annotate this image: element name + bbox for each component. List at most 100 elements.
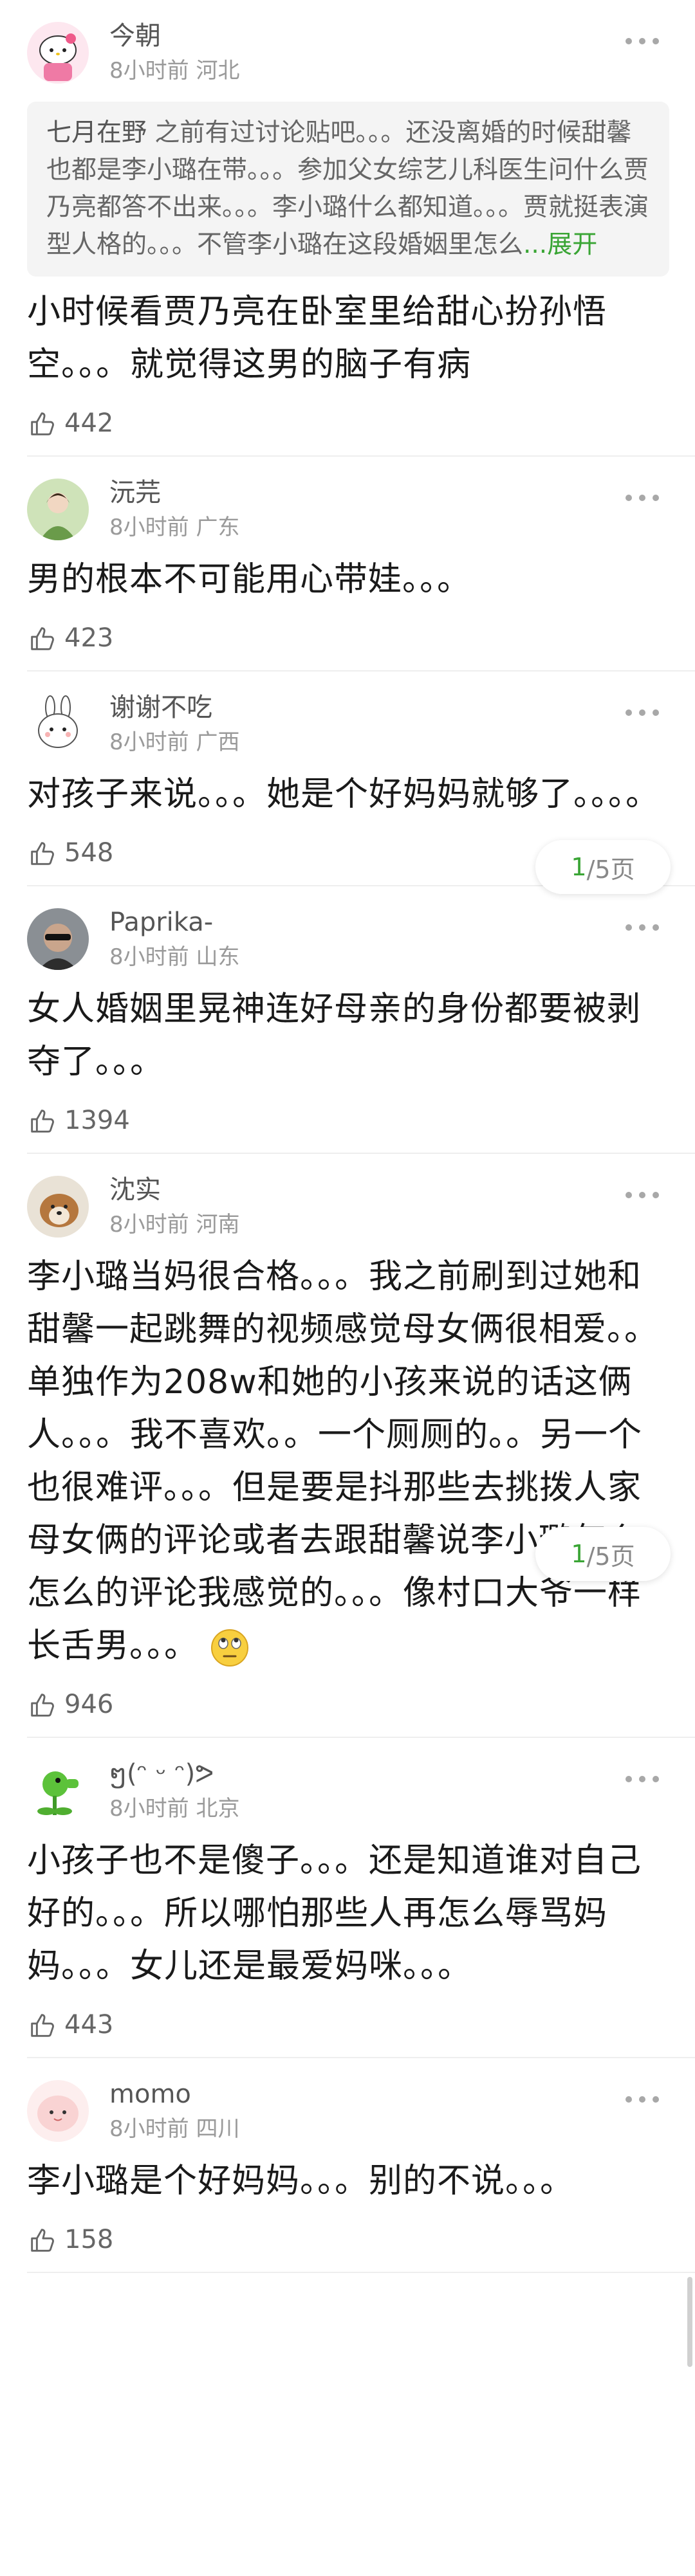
comment-time: 8小时前 [109,1796,189,1822]
like-count: 158 [64,2225,114,2254]
comment-header: 谢谢不吃 8小时前 广西 [27,671,669,768]
page-total: /5页 [586,855,635,884]
hello-kitty-avatar-icon [27,22,89,84]
thumbs-up-icon [31,1694,54,1717]
more-options-icon[interactable] [626,706,659,719]
like-count: 423 [64,623,114,653]
comment-location: 河北 [196,58,240,84]
comment-item: 沈实 8小时前 河南 李小璐当妈很合格。。。我之前刷到过她和甜馨一起跳舞的视频感… [0,1154,695,1737]
username[interactable]: 沈实 [109,1174,161,1205]
avatar[interactable] [27,1760,89,1822]
comment-location: 河南 [196,1212,240,1238]
comment-item: 今朝 8小时前 河北 七月在野 之前有过讨论贴吧。。。还没离婚的时候甜馨也都是李… [0,0,695,455]
more-options-icon[interactable] [626,35,659,48]
comment-text: 对孩子来说。。。她是个好妈妈就够了。。。。 [27,775,660,814]
comment-header: ໆ(ᵔ ᵕ ᵔ)ᕗ 8小时前 北京 [27,1738,669,1834]
username[interactable]: Paprika- [109,907,213,938]
thumbs-up-icon [31,1110,54,1133]
comment-header: 沈实 8小时前 河南 [27,1154,669,1250]
comment-item: ໆ(ᵔ ᵕ ᵔ)ᕗ 8小时前 北京 小孩子也不是傻子。。。还是知道谁对自己好的。… [0,1738,695,2057]
like-count: 548 [64,838,114,868]
more-options-icon[interactable] [626,921,659,934]
comment-location: 山东 [196,944,240,970]
username[interactable]: 谢谢不吃 [109,692,212,723]
sunglasses-avatar-icon [27,908,89,970]
eye-roll-emoji-icon [210,1629,248,1667]
username[interactable]: 沅芫 [109,477,161,508]
page-current: 1 [571,853,587,881]
avatar[interactable] [27,693,89,755]
avatar[interactable] [27,1176,89,1238]
comment-feed: 今朝 8小时前 河北 七月在野 之前有过讨论贴吧。。。还没离婚的时候甜馨也都是李… [0,0,695,2367]
comment-text: 小时候看贾乃亮在卧室里给甜心扮孙悟空。。。就觉得这男的脑子有病 [27,293,607,384]
comment-meta: 8小时前 北京 [109,1796,239,1822]
comment-meta: 8小时前 河北 [109,58,239,84]
username[interactable]: momo [109,2079,191,2110]
comment-meta: 8小时前 四川 [109,2116,239,2142]
avatar[interactable] [27,2080,89,2142]
like-count: 443 [64,2010,114,2040]
like-button[interactable]: 158 [27,2207,669,2272]
thumbs-up-icon [31,2229,54,2252]
comment-time: 8小时前 [109,515,189,540]
like-count: 442 [64,408,114,438]
thumbs-up-icon [31,412,54,435]
page-indicator[interactable]: 1/5页 [535,1527,671,1581]
quoted-username[interactable]: 七月在野 [46,118,147,147]
scrollbar[interactable] [687,2277,692,2367]
more-options-icon[interactable] [626,1189,659,1201]
comment-text: 男的根本不可能用心带娃。。。 [27,560,472,599]
more-options-icon[interactable] [626,491,659,504]
comment-meta: 8小时前 山东 [109,944,239,970]
avatar[interactable] [27,479,89,540]
comment-header: Paprika- 8小时前 山东 [27,886,669,983]
comment-item: 沅芫 8小时前 广东 男的根本不可能用心带娃。。。 423 [0,457,695,670]
comment-meta: 8小时前 河南 [109,1212,239,1238]
like-count: 1394 [64,1106,130,1135]
username[interactable]: 今朝 [109,21,161,51]
divider [27,2272,695,2273]
comment-header: 今朝 8小时前 河北 [27,0,669,96]
comment-item: 谢谢不吃 8小时前 广西 对孩子来说。。。她是个好妈妈就够了。。。。 1/5页 … [0,671,695,894]
comment-time: 8小时前 [109,2116,189,2142]
comment-time: 8小时前 [109,58,189,84]
peashooter-avatar-icon [27,1760,89,1822]
page-total: /5页 [586,1542,635,1571]
like-count: 946 [64,1690,114,1719]
pink-blob-avatar-icon [27,2080,89,2142]
avatar[interactable] [27,22,89,84]
comment-item: momo 8小时前 四川 李小璐是个好妈妈。。。别的不说。。。 158 [0,2058,695,2272]
more-options-icon[interactable] [626,2093,659,2106]
comment-location: 广东 [196,515,240,540]
comment-text: 女人婚姻里晃神连好母亲的身份都要被剥夺了。。。 [27,990,642,1081]
comment-meta: 8小时前 广西 [109,729,239,755]
comment-meta: 8小时前 广东 [109,515,239,540]
bunny-avatar-icon [27,693,89,755]
comment-location: 北京 [196,1796,240,1822]
avatar[interactable] [27,908,89,970]
comment-text: 李小璐当妈很合格。。。我之前刷到过她和甜馨一起跳舞的视频感觉母女俩很相爱。。单独… [27,1250,669,1672]
page-current: 1 [571,1540,587,1568]
thumbs-up-icon [31,627,54,650]
thumbs-up-icon [31,2014,54,2037]
expand-link[interactable]: ...展开 [523,230,597,259]
comment-time: 8小时前 [109,944,189,970]
dog-avatar-icon [27,1176,89,1238]
comment-header: momo 8小时前 四川 [27,2058,669,2155]
comment-location: 广西 [196,729,240,755]
like-button[interactable]: 1394 [27,1088,669,1153]
more-options-icon[interactable] [626,1773,659,1786]
comment-text-content: 李小璐当妈很合格。。。我之前刷到过她和甜馨一起跳舞的视频感觉母女俩很相爱。。单独… [27,1257,659,1665]
comment-header: 沅芫 8小时前 广东 [27,457,669,553]
thumbs-up-icon [31,842,54,865]
comment-location: 四川 [196,2116,240,2142]
username[interactable]: ໆ(ᵔ ᵕ ᵔ)ᕗ [109,1758,214,1789]
comment-time: 8小时前 [109,729,189,755]
like-button[interactable]: 442 [27,391,669,455]
comment-item: Paprika- 8小时前 山东 女人婚姻里晃神连好母亲的身份都要被剥夺了。。。… [0,886,695,1153]
like-button[interactable]: 423 [27,606,669,670]
like-button[interactable]: 946 [27,1672,669,1737]
like-button[interactable]: 443 [27,1993,669,2057]
comment-text: 小孩子也不是傻子。。。还是知道谁对自己好的。。。所以哪怕那些人再怎么辱骂妈妈。。… [27,1841,642,1986]
quoted-reply[interactable]: 七月在野 之前有过讨论贴吧。。。还没离婚的时候甜馨也都是李小璐在带。。。参加父女… [27,102,669,277]
